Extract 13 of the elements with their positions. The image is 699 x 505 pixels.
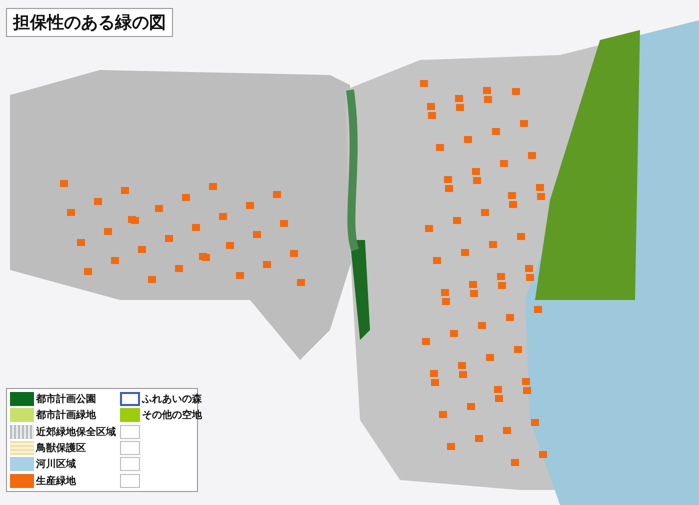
legend-label: ふれあいの森: [142, 392, 202, 406]
legend-swatch: [120, 457, 140, 472]
legend-label: 鳥獣保護区: [36, 442, 86, 456]
map-title: 担保性のある緑の図: [6, 8, 173, 37]
legend-label: その他の空地: [142, 408, 202, 422]
legend-swatch: [120, 424, 140, 439]
legend-swatch: [120, 441, 140, 456]
legend-label: 都市計画公園: [36, 392, 96, 406]
legend-label: 河川区域: [36, 458, 76, 472]
legend-label: 近郊緑地保全区域: [36, 426, 116, 439]
legend-label: 都市計画緑地: [36, 408, 96, 422]
legend-label: 生産緑地: [36, 474, 76, 488]
legend-swatch: [120, 474, 140, 488]
